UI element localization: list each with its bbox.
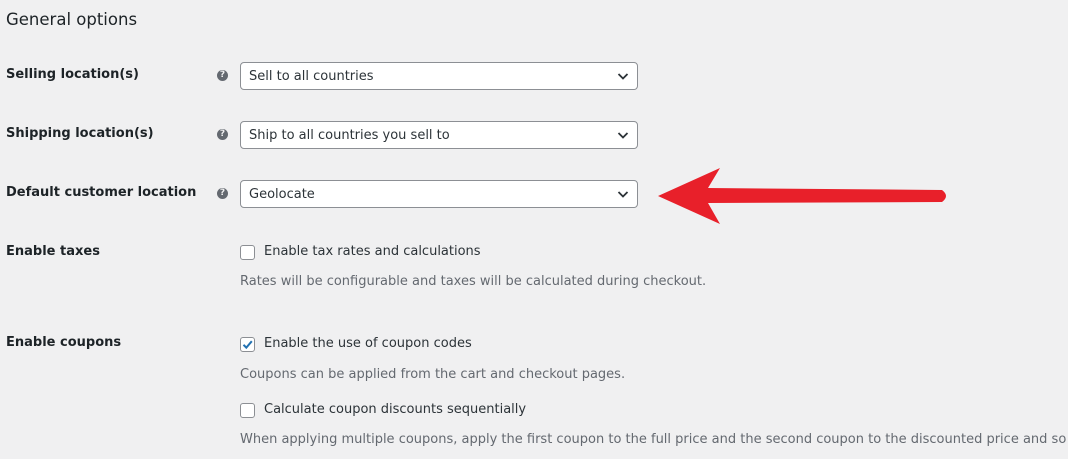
enable-coupons-description: Coupons can be applied from the cart and… xyxy=(240,367,626,382)
enable-taxes-checkbox-label[interactable]: Enable tax rates and calculations xyxy=(264,244,481,259)
default-customer-location-select[interactable]: Geolocate xyxy=(240,180,638,208)
enable-taxes-label: Enable taxes xyxy=(6,244,100,259)
help-icon[interactable]: ? xyxy=(217,188,228,199)
help-icon[interactable]: ? xyxy=(217,70,228,81)
selling-location-select[interactable]: Sell to all countries xyxy=(240,62,638,90)
shipping-location-label: Shipping location(s) xyxy=(6,126,154,141)
checkmark-icon xyxy=(242,340,253,350)
sequential-coupons-description: When applying multiple coupons, apply th… xyxy=(240,432,1068,447)
default-customer-location-label: Default customer location xyxy=(6,185,197,200)
arrow-left-icon xyxy=(658,168,946,224)
enable-coupons-checkbox[interactable] xyxy=(240,337,255,352)
selling-location-value: Sell to all countries xyxy=(249,69,374,84)
chevron-down-icon xyxy=(617,132,629,139)
sequential-coupons-checkbox[interactable] xyxy=(240,403,255,418)
chevron-down-icon xyxy=(617,73,629,80)
enable-coupons-label: Enable coupons xyxy=(6,335,122,350)
help-icon[interactable]: ? xyxy=(217,129,228,140)
shipping-location-select[interactable]: Ship to all countries you sell to xyxy=(240,121,638,149)
shipping-location-value: Ship to all countries you sell to xyxy=(249,128,450,143)
enable-taxes-checkbox[interactable] xyxy=(240,245,255,260)
section-title: General options xyxy=(6,10,138,29)
selling-location-label: Selling location(s) xyxy=(6,67,139,82)
enable-coupons-checkbox-label[interactable]: Enable the use of coupon codes xyxy=(264,336,472,351)
default-customer-location-value: Geolocate xyxy=(249,187,315,202)
enable-taxes-description: Rates will be configurable and taxes wil… xyxy=(240,274,707,289)
chevron-down-icon xyxy=(617,191,629,198)
sequential-coupons-checkbox-label[interactable]: Calculate coupon discounts sequentially xyxy=(264,402,526,417)
